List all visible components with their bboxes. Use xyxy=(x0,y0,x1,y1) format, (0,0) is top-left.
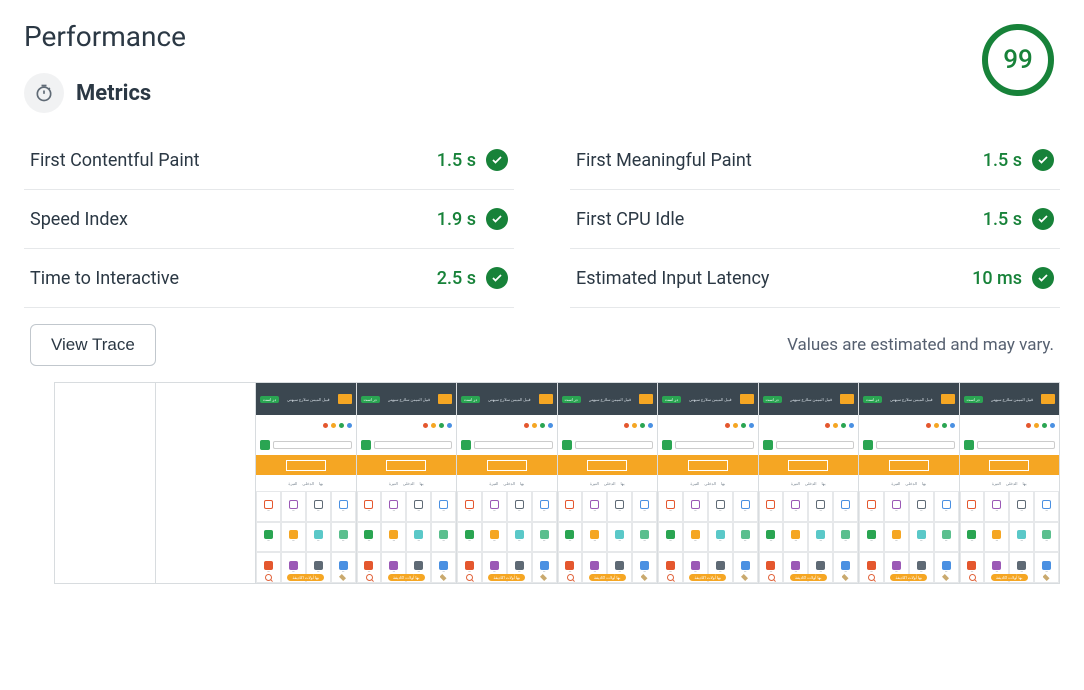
metric-value: 10 ms xyxy=(972,268,1022,289)
metrics-header: Metrics xyxy=(24,73,982,113)
performance-score-value: 99 xyxy=(1003,45,1033,75)
metric-label: Time to Interactive xyxy=(30,268,179,289)
filmstrip-frame: در استقبيل الميمن سلارع سيهتيالتيرةالدخل… xyxy=(859,383,960,583)
filmstrip-frame xyxy=(55,383,156,583)
metric-label: Speed Index xyxy=(30,209,128,230)
metric-value: 1.5 s xyxy=(983,209,1022,230)
filmstrip-frame: در استقبيل الميمن سلارع سيهتيالتيرةالدخل… xyxy=(960,383,1060,583)
metric-row-tti: Time to Interactive 2.5 s xyxy=(24,249,514,308)
check-icon xyxy=(486,267,508,289)
check-icon xyxy=(486,149,508,171)
metric-label: First Meaningful Paint xyxy=(576,150,752,171)
filmstrip-frame: در استقبيل الميمن سلارع سيهتيالتيرةالدخل… xyxy=(457,383,558,583)
filmstrip-frame: در استقبيل الميمن سلارع سيهتيالتيرةالدخل… xyxy=(558,383,659,583)
metrics-section-title: Metrics xyxy=(76,81,151,106)
metric-label: First CPU Idle xyxy=(576,209,684,230)
metric-row-fcp: First Contentful Paint 1.5 s xyxy=(24,131,514,190)
metric-row-eil: Estimated Input Latency 10 ms xyxy=(570,249,1060,308)
metric-value: 1.5 s xyxy=(437,150,476,171)
metric-row-si: Speed Index 1.9 s xyxy=(24,190,514,249)
view-trace-button[interactable]: View Trace xyxy=(30,324,156,366)
filmstrip-frame: در استقبيل الميمن سلارع سيهتيالتيرةالدخل… xyxy=(357,383,458,583)
check-icon xyxy=(1032,208,1054,230)
metrics-grid: First Contentful Paint 1.5 s Speed Index… xyxy=(24,131,1060,308)
check-icon xyxy=(1032,149,1054,171)
metric-value: 2.5 s xyxy=(437,268,476,289)
metric-label: First Contentful Paint xyxy=(30,150,200,171)
filmstrip-frame: در استقبيل الميمن سلارع سيهتيالتيرةالدخل… xyxy=(759,383,860,583)
metric-value: 1.5 s xyxy=(983,150,1022,171)
check-icon xyxy=(1032,267,1054,289)
disclaimer-text: Values are estimated and may vary. xyxy=(787,335,1054,355)
filmstrip: در استقبيل الميمن سلارع سيهتيالتيرةالدخل… xyxy=(54,382,1060,584)
filmstrip-frame: در استقبيل الميمن سلارع سيهتيالتيرةالدخل… xyxy=(658,383,759,583)
metric-value: 1.9 s xyxy=(437,209,476,230)
stopwatch-icon xyxy=(24,73,64,113)
performance-score-ring: 99 xyxy=(982,24,1054,96)
metric-row-fci: First CPU Idle 1.5 s xyxy=(570,190,1060,249)
metric-row-fmp: First Meaningful Paint 1.5 s xyxy=(570,131,1060,190)
metric-label: Estimated Input Latency xyxy=(576,268,769,289)
filmstrip-frame: در استقبيل الميمن سلارع سيهتيالتيرةالدخل… xyxy=(256,383,357,583)
filmstrip-frame xyxy=(156,383,257,583)
check-icon xyxy=(486,208,508,230)
page-title: Performance xyxy=(24,20,982,53)
